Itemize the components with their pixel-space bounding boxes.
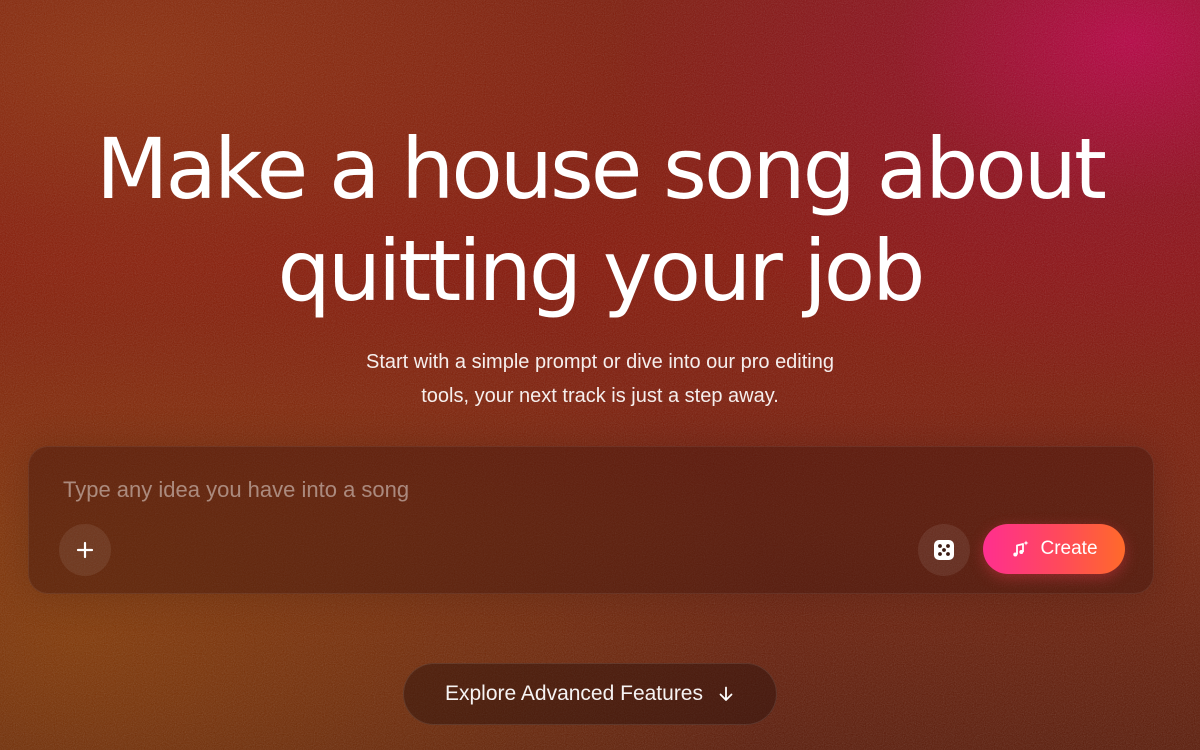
hero-subtitle-line-2: tools, your next track is just a step aw…	[421, 385, 779, 407]
arrow-down-icon	[717, 685, 735, 703]
hero-title-line-2: quitting your job	[277, 222, 926, 320]
hero-subtitle: Start with a simple prompt or dive into …	[0, 345, 1200, 413]
add-attachment-button[interactable]	[59, 524, 111, 576]
dice-icon	[932, 538, 956, 562]
hero-subtitle-line-1: Start with a simple prompt or dive into …	[366, 351, 834, 373]
prompt-composer: Create	[28, 446, 1154, 594]
hero-title: Make a house song about quitting your jo…	[0, 118, 1200, 322]
create-button-label: Create	[1040, 538, 1098, 559]
plus-icon	[75, 540, 95, 560]
music-note-sparkle-icon	[1010, 539, 1030, 559]
hero-title-line-1: Make a house song about	[96, 120, 1107, 218]
explore-advanced-features-button[interactable]: Explore Advanced Features	[403, 663, 777, 725]
random-idea-button[interactable]	[918, 524, 970, 576]
explore-advanced-features-label: Explore Advanced Features	[445, 682, 703, 705]
song-idea-input[interactable]	[63, 473, 923, 507]
create-button[interactable]: Create	[983, 524, 1125, 574]
